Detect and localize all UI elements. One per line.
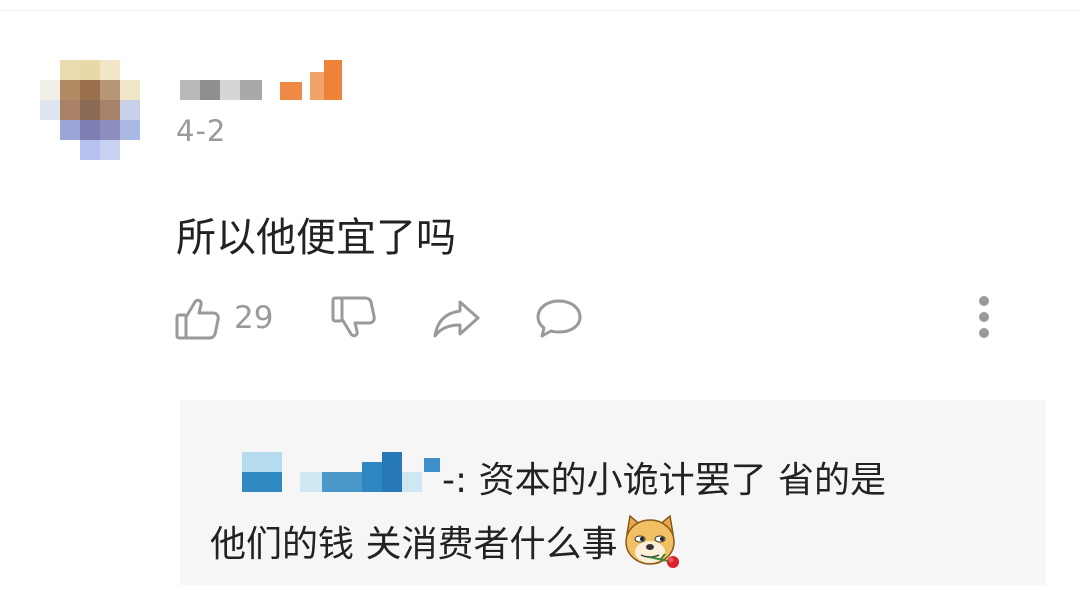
reply-text-line1: 资本的小诡计罢了 省的是 — [467, 460, 887, 501]
doge-rose-emoji — [621, 512, 680, 570]
reply-text-line2: 他们的钱 关消费者什么事 — [210, 524, 618, 565]
thumbs-down-icon — [330, 294, 378, 342]
reply-box[interactable]: -: 资本的小诡计罢了 省的是他们的钱 关消费者什么事 — [180, 400, 1046, 585]
thumbs-up-icon — [174, 294, 222, 342]
top-divider — [0, 10, 1080, 11]
reply-content: -: 资本的小诡计罢了 省的是他们的钱 关消费者什么事 — [210, 450, 1010, 576]
dislike-button[interactable] — [330, 290, 378, 346]
comment-actions: 29 — [0, 290, 1080, 346]
reply-separator: -: — [442, 460, 468, 501]
reply-username-blurred[interactable] — [210, 450, 442, 500]
avatar[interactable] — [40, 60, 142, 162]
comment-bubble-icon — [534, 294, 584, 342]
share-button[interactable] — [432, 290, 482, 346]
username-blurred[interactable] — [180, 60, 380, 102]
more-vertical-icon — [979, 296, 989, 306]
like-button[interactable]: 29 — [174, 290, 273, 346]
level-badge — [280, 82, 302, 100]
share-icon — [432, 294, 482, 342]
comment-date: 4-2 — [176, 114, 227, 148]
comment-text: 所以他便宜了吗 — [176, 215, 456, 261]
like-count: 29 — [234, 300, 274, 336]
reply-button[interactable] — [534, 290, 584, 346]
more-options-button[interactable] — [972, 296, 996, 340]
